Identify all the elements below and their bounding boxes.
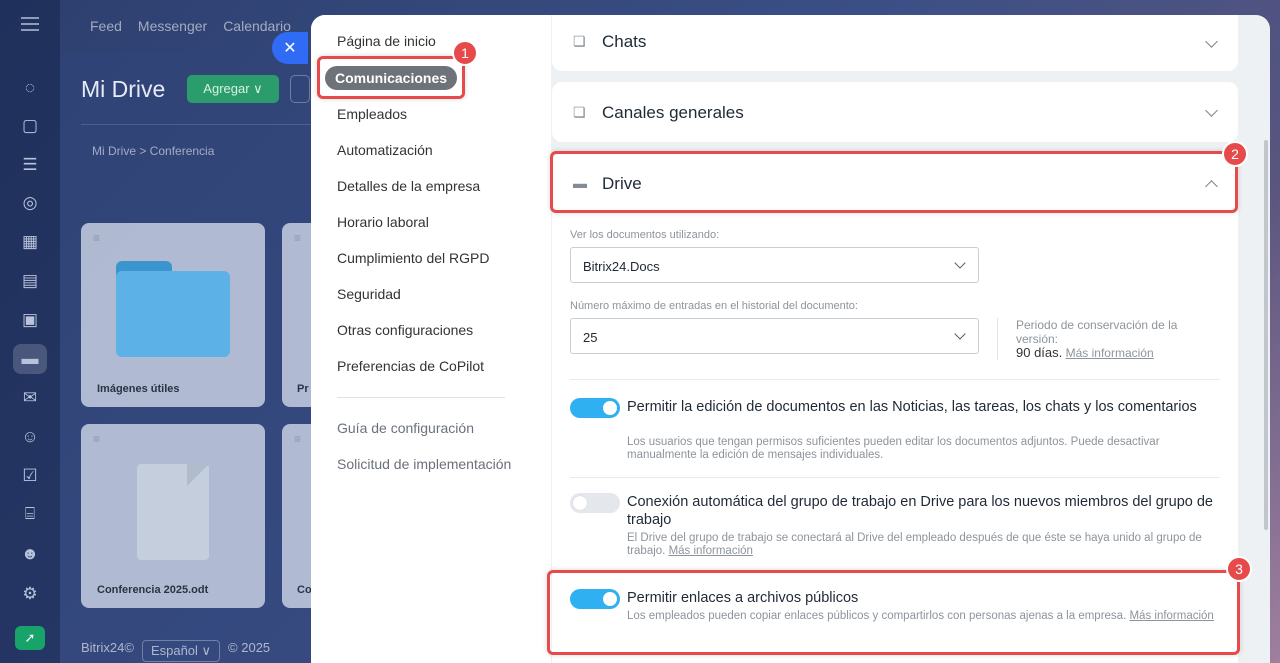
drag-handle-icon[interactable]: ≡ (294, 432, 301, 446)
nav-copilot[interactable]: Preferencias de CoPilot (337, 358, 484, 374)
chat-bubbles-icon: ❏ (573, 104, 586, 120)
rocket-icon[interactable]: ➚ (15, 626, 45, 650)
nav-divider (337, 397, 505, 398)
tasks-icon[interactable]: ◎ (16, 189, 44, 217)
option-description: Los usuarios que tengan permisos suficie… (627, 436, 1160, 461)
contacts-icon[interactable]: ☺ (16, 423, 44, 451)
folder-icon (116, 261, 230, 357)
nav-security[interactable]: Seguridad (337, 286, 401, 302)
nav-home[interactable]: Página de inicio (337, 33, 436, 49)
option-title: Conexión automática del grupo de trabajo… (627, 494, 1213, 528)
tile-folder[interactable]: ≡ Imágenes útiles (81, 223, 265, 407)
nav-employees[interactable]: Empleados (337, 106, 407, 122)
history-value: 25 (583, 330, 598, 345)
close-icon: ✕ (283, 40, 297, 57)
chevron-down-icon (954, 257, 966, 269)
more-info-link[interactable]: Más información (669, 545, 753, 557)
highlight-drive (550, 151, 1238, 213)
retention-value: 90 días. (1016, 345, 1063, 360)
section-general-channels[interactable]: ❏ Canales generales (552, 82, 1238, 142)
option-description: El Drive del grupo de trabajo se conecta… (627, 532, 1217, 558)
callout-badge-3: 3 (1226, 556, 1252, 582)
gear-icon[interactable]: ⚙ (16, 580, 44, 608)
calendar-icon[interactable]: ▦ (16, 228, 44, 256)
breadcrumb[interactable]: Mi Drive > Conferencia (92, 144, 214, 158)
page-title: Mi Drive (81, 76, 166, 102)
mail-icon[interactable]: ✉ (16, 384, 44, 412)
viewer-select[interactable]: Bitrix24.Docs (570, 247, 979, 283)
drag-handle-icon[interactable]: ≡ (93, 432, 100, 446)
history-select[interactable]: 25 (570, 318, 979, 354)
copyright: © 2025 (228, 640, 271, 655)
board-icon[interactable]: ▣ (16, 306, 44, 334)
option-title: Permitir la edición de documentos en las… (627, 399, 1197, 415)
settings-slider: Página de inicio Comunicaciones Empleado… (311, 15, 1270, 663)
viewer-value: Bitrix24.Docs (583, 259, 660, 274)
docs-icon[interactable]: ▤ (16, 267, 44, 295)
nav-other-settings[interactable]: Otras configuraciones (337, 322, 473, 338)
nav-work-hours[interactable]: Horario laboral (337, 214, 429, 230)
nav-gdpr[interactable]: Cumplimiento del RGPD (337, 250, 490, 266)
topnav-calendar[interactable]: Calendario (223, 18, 291, 34)
feed-icon[interactable]: ☰ (16, 151, 44, 179)
topnav-messenger[interactable]: Messenger (138, 18, 207, 34)
add-button[interactable]: Agregar ∨ (187, 75, 279, 103)
crm-icon[interactable]: ◌ (16, 74, 44, 102)
tile-name: Imágenes útiles (97, 383, 180, 395)
tile-name: Pr (297, 383, 309, 395)
section-title: Chats (602, 32, 647, 51)
document-icon (137, 464, 209, 560)
highlight-public-links (547, 570, 1240, 655)
chat-bubbles-icon: ❏ (573, 33, 586, 49)
toggle-edit-documents[interactable] (570, 398, 620, 418)
chevron-down-icon[interactable] (1205, 35, 1218, 48)
drive-icon[interactable]: ▬ (13, 344, 47, 374)
topnav-feed[interactable]: Feed (90, 18, 122, 34)
retention-label: Periodo de conservación de la versión: (1016, 318, 1178, 346)
drag-handle-icon[interactable]: ≡ (93, 231, 100, 245)
toggle-auto-connect-group[interactable] (570, 493, 620, 513)
top-nav: Feed Messenger Calendario (90, 18, 291, 34)
section-chats[interactable]: ❏ Chats (552, 15, 1238, 71)
drag-handle-icon[interactable]: ≡ (294, 231, 301, 245)
nav-company-details[interactable]: Detalles de la empresa (337, 178, 480, 194)
viewer-label: Ver los documentos utilizando: (570, 229, 720, 241)
settings-nav: Página de inicio Comunicaciones Empleado… (311, 15, 551, 663)
nav-setup-guide[interactable]: Guía de configuración (337, 420, 474, 436)
tile-name: Conferencia 2025.odt (97, 584, 209, 596)
close-slider-button[interactable]: ✕ (272, 32, 308, 64)
highlight-communications (317, 56, 465, 99)
retention-info: Periodo de conservación de la versión: 9… (997, 318, 1197, 360)
nav-implementation-request[interactable]: Solicitud de implementación (337, 456, 511, 472)
tile-name: Co (297, 584, 312, 596)
language-select[interactable]: Español ∨ (141, 640, 221, 662)
tile-document[interactable]: ≡ Conferencia 2025.odt (81, 424, 265, 608)
callout-badge-2: 2 (1222, 141, 1248, 167)
robot-icon[interactable]: ☻ (16, 540, 44, 568)
chevron-down-icon[interactable] (1205, 104, 1218, 117)
section-title: Canales generales (602, 103, 744, 122)
chat-icon[interactable]: ▢ (16, 112, 44, 140)
scrollbar[interactable] (1264, 140, 1268, 530)
divider (81, 124, 321, 125)
secondary-button[interactable] (290, 75, 310, 103)
chevron-down-icon (954, 328, 966, 340)
check-icon[interactable]: ☑ (16, 462, 44, 490)
footer: Bitrix24© Español ∨ © 2025 (81, 640, 270, 662)
callout-badge-1: 1 (452, 40, 478, 66)
left-rail: ◌ ▢ ☰ ◎ ▦ ▤ ▣ ▬ ✉ ☺ ☑ ⌸ ☻ ⚙ ➚ (0, 0, 60, 663)
hamburger-menu-icon[interactable] (21, 17, 39, 31)
divider (570, 379, 1220, 380)
divider (570, 477, 1220, 478)
brand-link[interactable]: Bitrix24© (81, 640, 134, 662)
retention-link[interactable]: Más información (1066, 346, 1154, 360)
filter-icon[interactable]: ⌸ (16, 500, 44, 528)
nav-automation[interactable]: Automatización (337, 142, 433, 158)
history-label: Número máximo de entradas en el historia… (570, 300, 858, 312)
